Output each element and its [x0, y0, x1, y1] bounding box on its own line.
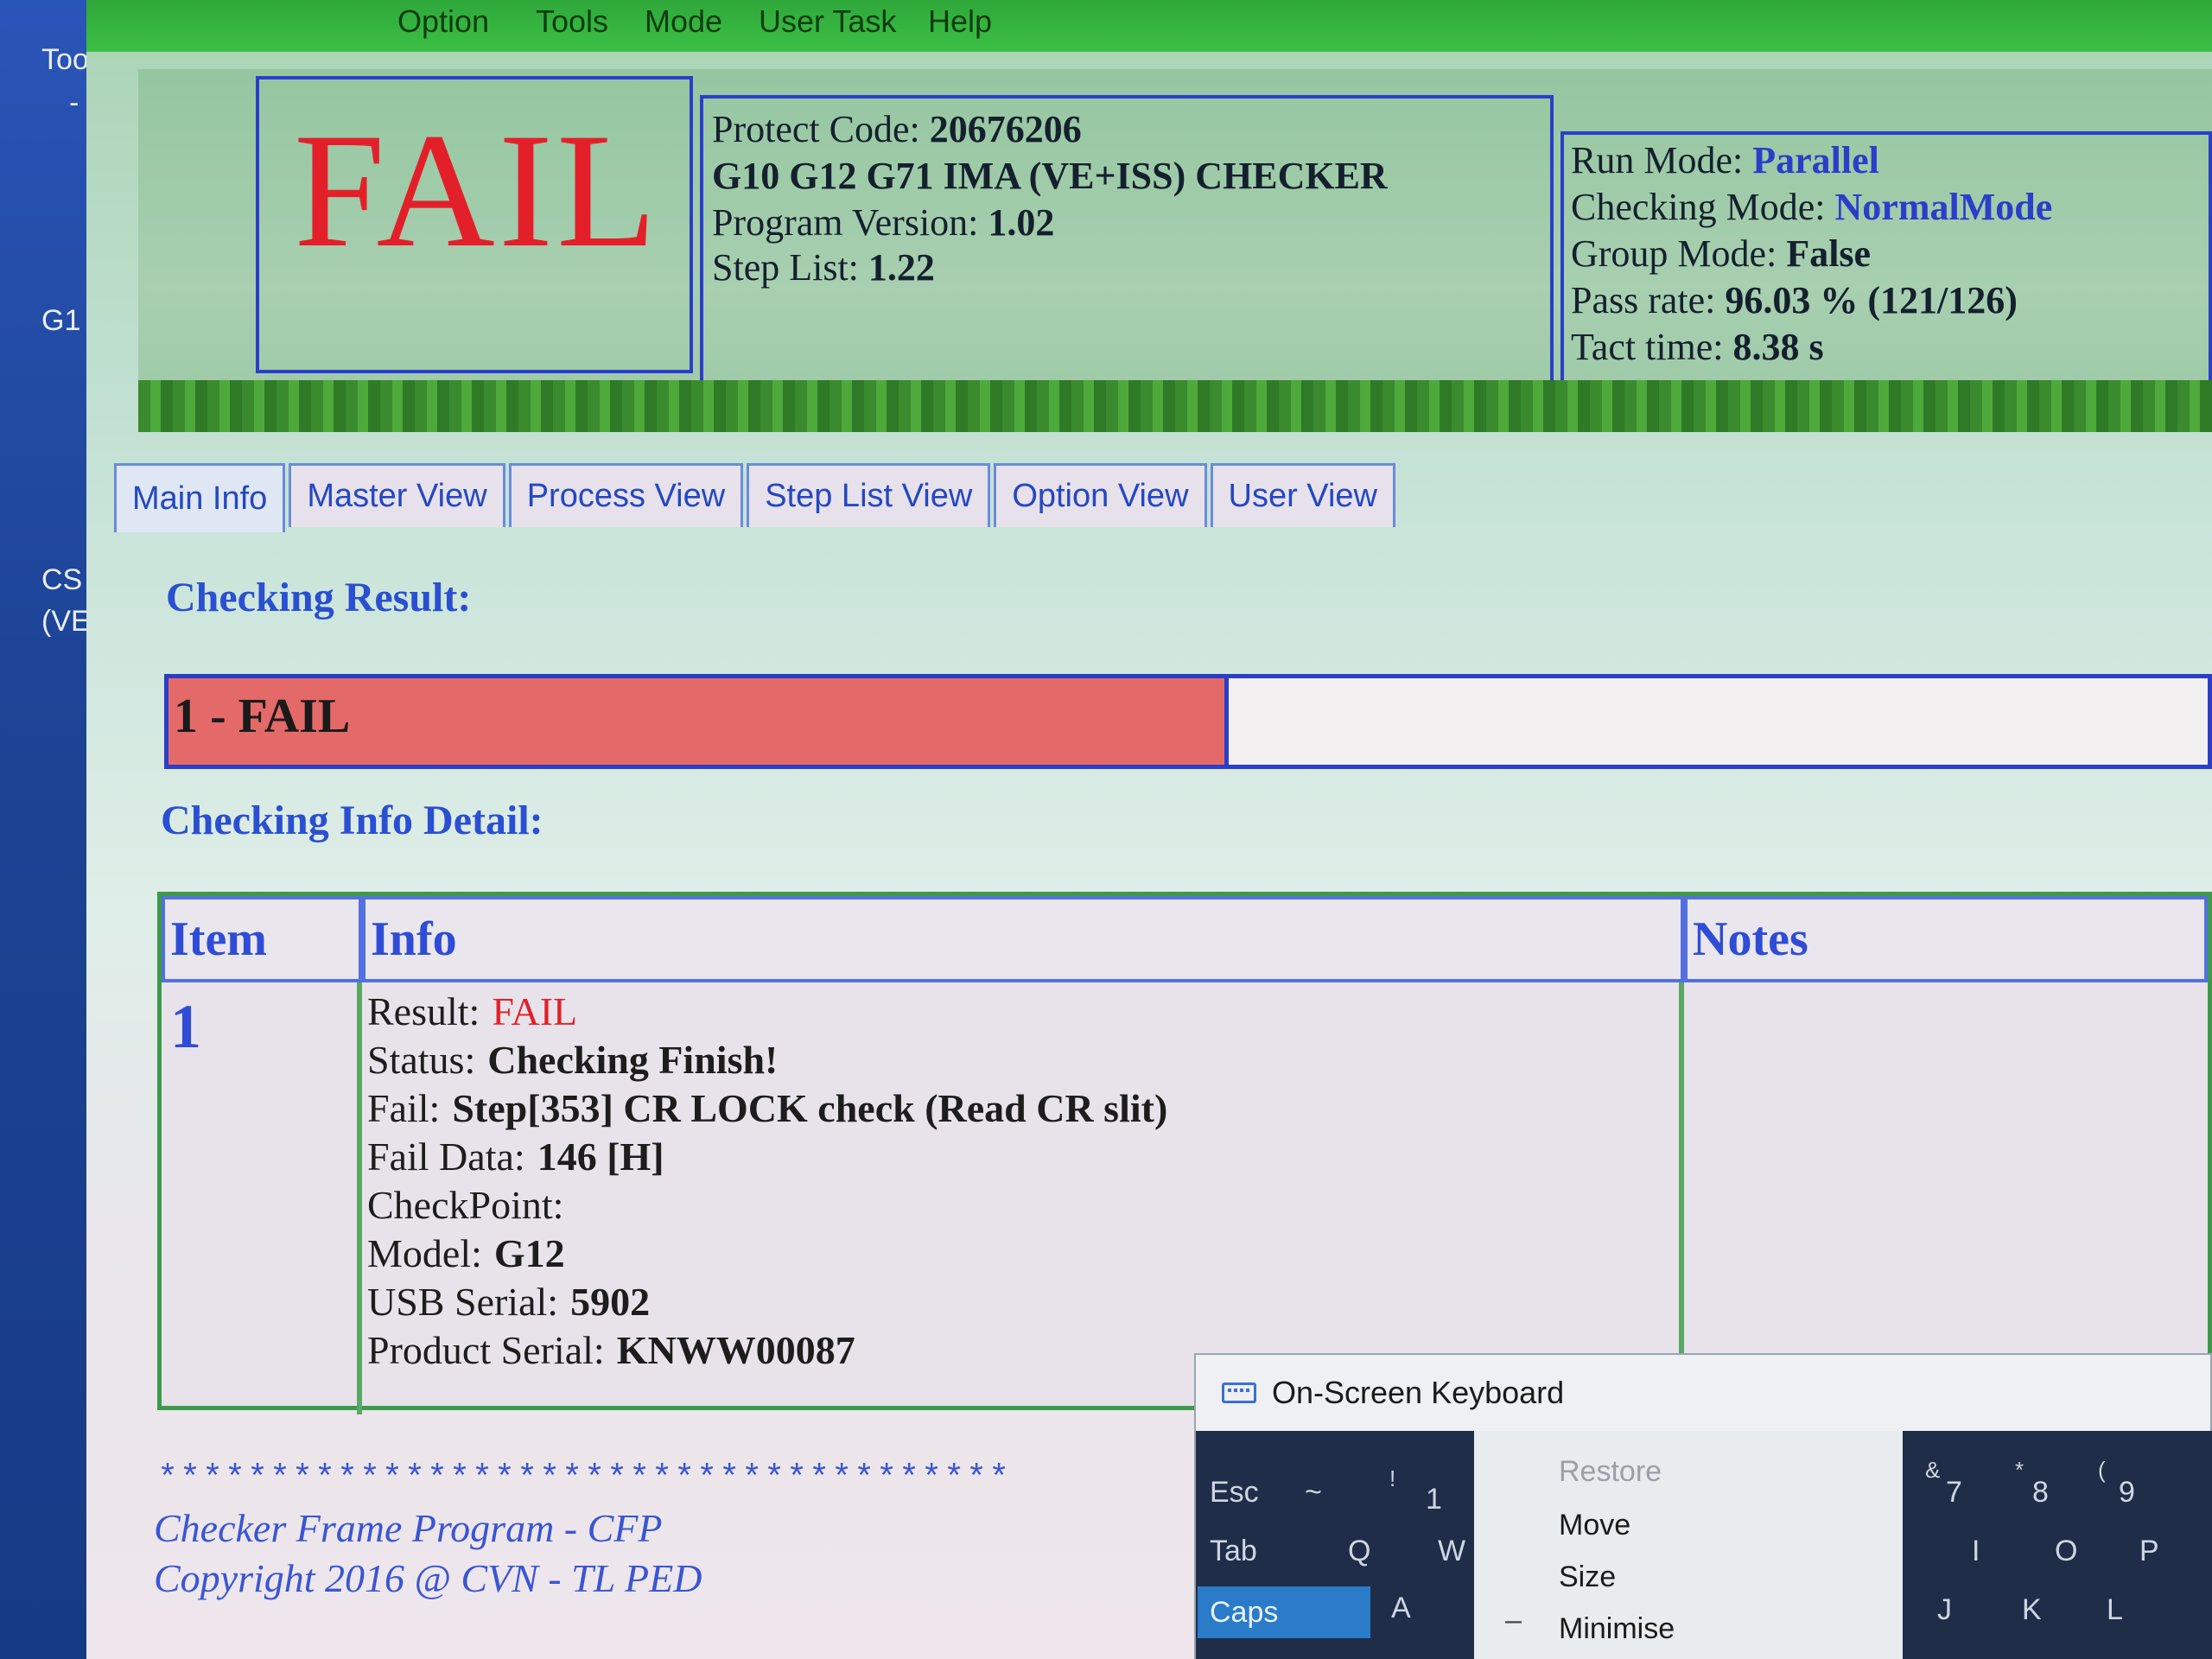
column-header-notes: Notes: [1684, 896, 2208, 982]
osk-system-menu: Restore Move Size – Minimise: [1474, 1431, 1903, 1659]
tab-process-view[interactable]: Process View: [508, 463, 744, 527]
desktop-label: (VE: [41, 605, 91, 638]
key-p[interactable]: P: [2139, 1535, 2159, 1568]
view-tabs: Main Info Master View Process View Step …: [114, 463, 1395, 532]
menu-minimise[interactable]: Minimise: [1559, 1612, 1675, 1646]
key-9[interactable]: 9: [2119, 1476, 2135, 1510]
tab-option-view[interactable]: Option View: [994, 463, 1207, 527]
menu-user-task[interactable]: User Task: [759, 3, 896, 40]
pass-rate: Pass rate: 96.03 % (121/126): [1571, 279, 2018, 321]
detail-table: Item Info Notes 1 Result: FAIL Status: Che…: [157, 892, 2212, 1414]
key-caps[interactable]: Caps: [1198, 1586, 1370, 1638]
item-number: 1: [170, 992, 201, 1061]
status-header: FAIL Protect Code: 20676206 G10 G12 G71 …: [138, 69, 2212, 432]
osk-keys-right: & 7 * 8 ( 9 I O P J K L: [1903, 1431, 2212, 1659]
result-text: 1 - FAIL: [174, 690, 351, 743]
info-row-fail-data: Fail Data: 146 [H]: [367, 1135, 664, 1179]
status-box: FAIL: [256, 76, 693, 373]
key-ampersand[interactable]: &: [1925, 1457, 1940, 1484]
run-info-box: Run Mode: Parallel Checking Mode: Normal…: [1560, 131, 2212, 422]
keyboard-icon: [1222, 1382, 1256, 1403]
checking-result-title: Checking Result:: [166, 575, 472, 620]
tab-master-view[interactable]: Master View: [289, 463, 505, 527]
key-w[interactable]: W: [1438, 1535, 1465, 1568]
menu-restore[interactable]: Restore: [1559, 1455, 1662, 1489]
key-l[interactable]: L: [2107, 1593, 2123, 1627]
key-i[interactable]: I: [1972, 1535, 1980, 1568]
key-paren[interactable]: (: [2098, 1457, 2106, 1484]
tab-user-view[interactable]: User View: [1210, 463, 1395, 527]
key-7[interactable]: 7: [1946, 1476, 1962, 1510]
key-j[interactable]: J: [1937, 1593, 1952, 1627]
menu-bar: Option Tools Mode User Task Help: [86, 0, 2212, 52]
footer-program-name: Checker Frame Program - CFP: [154, 1506, 663, 1550]
info-row-status: Status: Checking Finish!: [367, 1038, 779, 1082]
column-header-item: Item: [162, 896, 362, 982]
info-row-model: Model: G12: [367, 1231, 565, 1275]
protect-code: Protect Code: 20676206: [712, 108, 1082, 150]
osk-keys-left: Esc ~ ! 1 Tab Q W Caps A: [1196, 1431, 1474, 1659]
key-1[interactable]: 1: [1426, 1483, 1442, 1516]
menu-mode[interactable]: Mode: [645, 3, 722, 40]
footer-divider: **************************************: [157, 1460, 1012, 1499]
key-a[interactable]: A: [1391, 1592, 1411, 1625]
key-esc[interactable]: Esc: [1210, 1476, 1259, 1510]
menu-move[interactable]: Move: [1559, 1509, 1630, 1542]
column-divider: [357, 982, 362, 1414]
key-tilde[interactable]: ~: [1305, 1476, 1322, 1510]
menu-tools[interactable]: Tools: [536, 3, 608, 40]
info-row-product-serial: Product Serial: KNWW00087: [367, 1328, 855, 1372]
key-8[interactable]: 8: [2032, 1476, 2049, 1510]
result-progress-bar: 1 - FAIL: [164, 674, 2212, 769]
key-asterisk[interactable]: *: [2015, 1457, 2024, 1484]
tab-step-list-view[interactable]: Step List View: [747, 463, 991, 527]
info-cell: Result: FAIL Status: Checking Finish! Fail…: [367, 988, 1167, 1375]
grass-decoration: [138, 380, 2212, 432]
osk-title: On-Screen Keyboard: [1272, 1375, 1565, 1410]
checker-name: G10 G12 G71 IMA (VE+ISS) CHECKER: [712, 155, 1388, 197]
column-header-info: Info: [362, 896, 1684, 982]
checking-info-detail-title: Checking Info Detail:: [161, 798, 543, 843]
program-info-box: Protect Code: 20676206 G10 G12 G71 IMA (…: [700, 95, 1554, 406]
run-mode: Run Mode: Parallel: [1571, 139, 1879, 181]
on-screen-keyboard: On-Screen Keyboard Esc ~ ! 1 Tab Q W Cap…: [1194, 1353, 2212, 1659]
desktop-label[interactable]: CS: [41, 563, 82, 597]
tab-main-info[interactable]: Main Info: [114, 463, 286, 532]
footer-copyright: Copyright 2016 @ CVN - TL PED: [154, 1556, 702, 1600]
desktop-label: -: [69, 86, 79, 119]
info-row-checkpoint: CheckPoint:: [367, 1183, 564, 1227]
info-row-result: Result: FAIL: [367, 989, 578, 1033]
osk-title-bar[interactable]: On-Screen Keyboard: [1196, 1355, 2210, 1431]
info-row-usb-serial: USB Serial: 5902: [367, 1280, 651, 1324]
group-mode: Group Mode: False: [1571, 232, 1872, 275]
tact-time: Tact time: 8.38 s: [1571, 326, 1824, 368]
column-divider: [1679, 982, 1684, 1414]
info-row-fail: Fail: Step[353] CR LOCK check (Read CR sl…: [367, 1086, 1168, 1130]
menu-option[interactable]: Option: [397, 3, 489, 40]
minimise-icon: –: [1505, 1604, 1522, 1637]
checking-mode: Checking Mode: NormalMode: [1571, 186, 2053, 228]
desktop-strip: Too - G1 CS (VE: [0, 0, 95, 1659]
desktop-label[interactable]: G1: [41, 304, 80, 338]
key-q[interactable]: Q: [1348, 1535, 1370, 1568]
step-list-version: Step List: 1.22: [712, 246, 935, 289]
desktop-label[interactable]: Too: [41, 43, 89, 77]
menu-help[interactable]: Help: [928, 3, 992, 40]
program-version: Program Version: 1.02: [712, 201, 1055, 244]
key-exclaim[interactable]: !: [1389, 1465, 1395, 1492]
key-k[interactable]: K: [2022, 1593, 2042, 1627]
menu-size[interactable]: Size: [1559, 1560, 1616, 1594]
key-o[interactable]: O: [2055, 1535, 2077, 1568]
fail-status: FAIL: [294, 100, 661, 282]
key-tab[interactable]: Tab: [1210, 1535, 1257, 1568]
